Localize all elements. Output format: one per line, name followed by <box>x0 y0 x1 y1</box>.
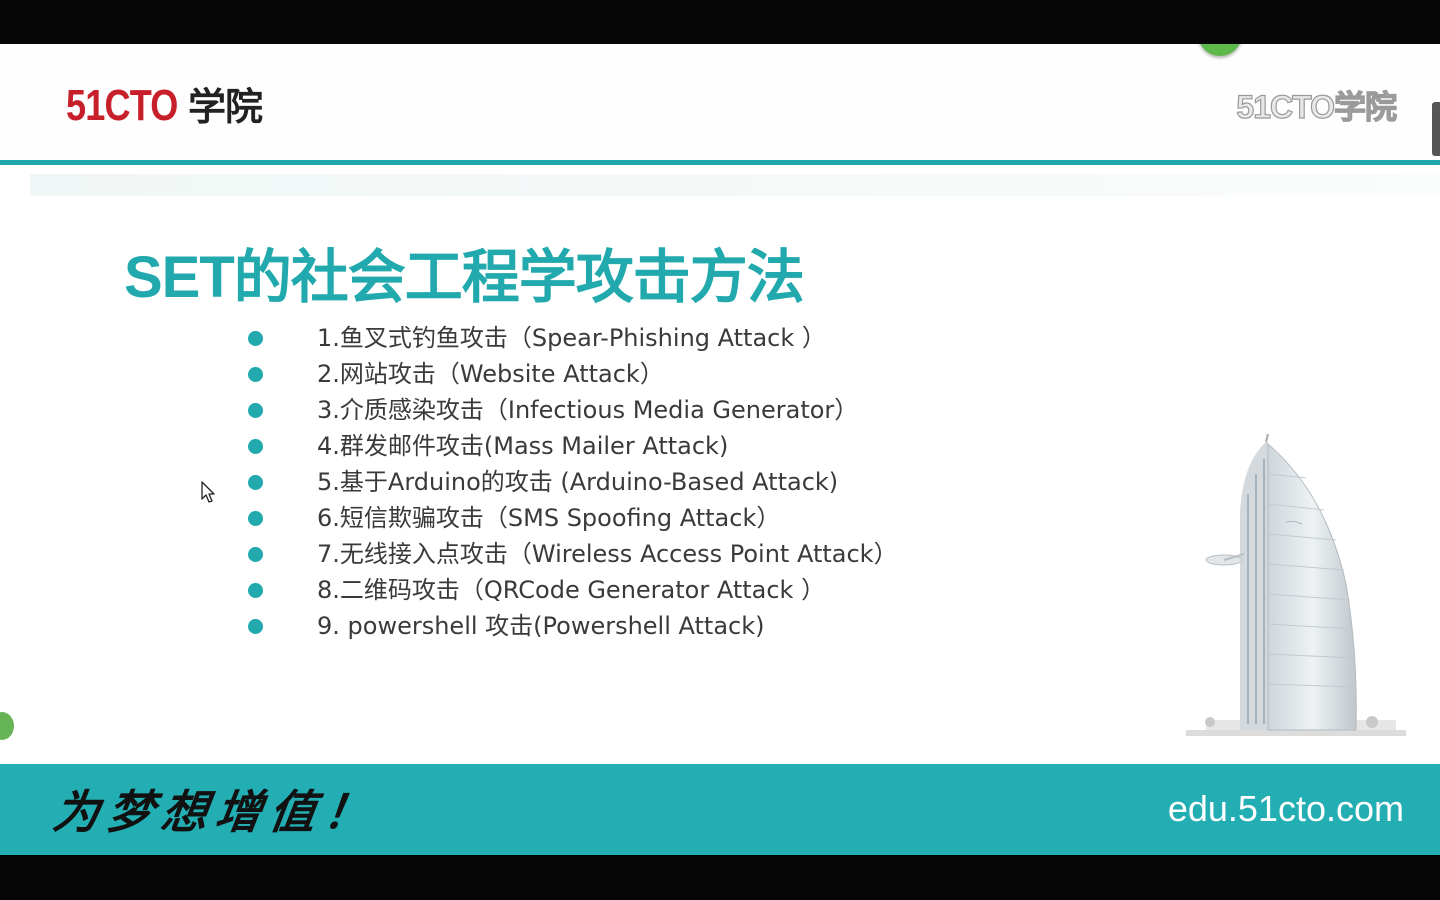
list-item: 9. powershell 攻击(Powershell Attack) <box>248 608 898 644</box>
title-band <box>30 174 1440 196</box>
bullet-dot-icon <box>248 439 263 454</box>
list-item: 6.短信欺骗攻击（SMS Spoofing Attack） <box>248 500 898 536</box>
bullet-dot-icon <box>248 619 263 634</box>
brand-logo-text: 学院 <box>188 87 263 129</box>
list-item: 3.介质感染攻击（Infectious Media Generator） <box>248 392 898 428</box>
attack-method-list: 1.鱼叉式钓鱼攻击（Spear-Phishing Attack ） 2.网站攻击… <box>248 320 898 644</box>
footer-slogan: 为梦想增值！ <box>49 785 382 839</box>
green-indicator-icon <box>1198 44 1242 56</box>
video-letterbox-top <box>0 0 1440 44</box>
brand-watermark-logo: 51CTO学院 <box>1236 88 1398 125</box>
list-item-label: 5.基于Arduino的攻击 (Arduino-Based Attack) <box>317 468 839 496</box>
slide-header: 51CTO 学院 51CTO学院 <box>0 44 1440 160</box>
bullet-dot-icon <box>248 475 263 490</box>
bullet-dot-icon <box>248 547 263 562</box>
brand-logo: 51CTO 学院 <box>66 76 263 130</box>
list-item: 2.网站攻击（Website Attack） <box>248 356 898 392</box>
slide-title: SET的社会工程学攻击方法 <box>124 245 805 310</box>
list-item-label: 4.群发邮件攻击(Mass Mailer Attack) <box>317 432 729 460</box>
list-item-label: 6.短信欺骗攻击（SMS Spoofing Attack） <box>317 504 781 532</box>
burj-al-arab-illustration <box>1186 434 1406 736</box>
footer-site-url: edu.51cto.com <box>1167 788 1404 829</box>
header-divider <box>0 160 1440 165</box>
green-indicator-icon <box>0 712 14 740</box>
bullet-dot-icon <box>248 403 263 418</box>
list-item-label: 9. powershell 攻击(Powershell Attack) <box>317 612 765 640</box>
list-item-label: 2.网站攻击（Website Attack） <box>317 360 664 388</box>
list-item: 8.二维码攻击（QRCode Generator Attack ） <box>248 572 898 608</box>
arrow-cursor-icon <box>201 481 215 503</box>
bullet-dot-icon <box>248 367 263 382</box>
bullet-dot-icon <box>248 583 263 598</box>
bullet-dot-icon <box>248 511 263 526</box>
presentation-slide: 51CTO 学院 51CTO学院 SET的社会工程学攻击方法 1.鱼叉式钓鱼攻击… <box>0 44 1440 855</box>
list-item-label: 3.介质感染攻击（Infectious Media Generator） <box>317 396 859 424</box>
list-item: 7.无线接入点攻击（Wireless Access Point Attack） <box>248 536 898 572</box>
list-item: 1.鱼叉式钓鱼攻击（Spear-Phishing Attack ） <box>248 320 898 356</box>
list-item-label: 7.无线接入点攻击（Wireless Access Point Attack） <box>317 540 898 568</box>
side-tab-handle[interactable] <box>1432 102 1440 156</box>
list-item: 4.群发邮件攻击(Mass Mailer Attack) <box>248 428 898 464</box>
bullet-dot-icon <box>248 331 263 346</box>
list-item: 5.基于Arduino的攻击 (Arduino-Based Attack) <box>248 464 898 500</box>
brand-logo-number: 51CTO <box>66 81 178 130</box>
list-item-label: 8.二维码攻击（QRCode Generator Attack ） <box>317 576 826 604</box>
list-item-label: 1.鱼叉式钓鱼攻击（Spear-Phishing Attack ） <box>317 324 826 352</box>
slide-footer: 为梦想增值！ edu.51cto.com <box>0 764 1440 855</box>
video-letterbox-bottom <box>0 855 1440 900</box>
